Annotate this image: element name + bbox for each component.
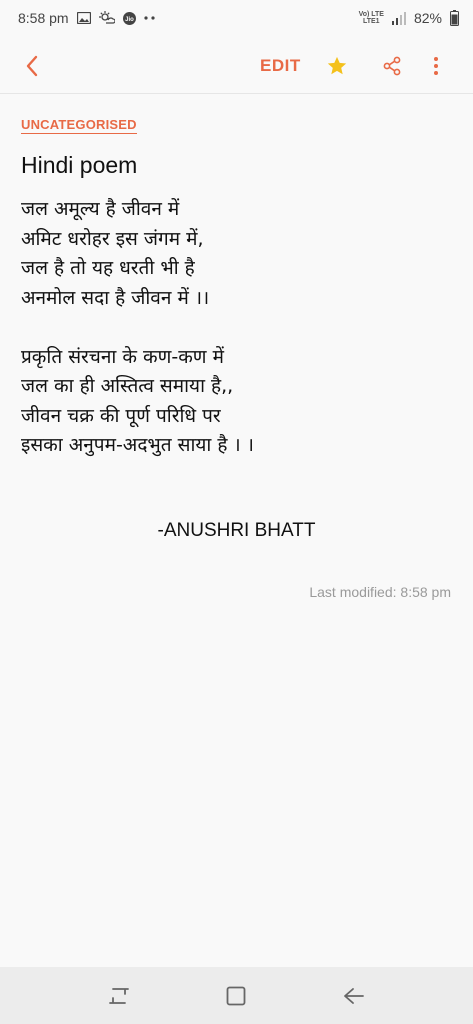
battery-percent: 82% [413, 10, 442, 26]
status-left: 8:58 pm Jio [18, 10, 156, 26]
nav-back-button[interactable] [334, 976, 374, 1016]
home-button[interactable] [216, 976, 256, 1016]
back-button[interactable] [18, 52, 46, 80]
note-content: UNCATEGORISED Hindi poem जल अमूल्य है जी… [0, 95, 473, 967]
system-nav-bar [0, 967, 473, 1024]
share-button[interactable] [378, 52, 406, 80]
home-icon [227, 986, 246, 1005]
status-bar: 8:58 pm Jio Vo) LTE LTE1 82% [0, 0, 473, 36]
recent-apps-button[interactable] [99, 976, 139, 1016]
share-icon [383, 56, 401, 76]
network-label-top: Vo) LTE [358, 11, 384, 18]
jio-icon: Jio [122, 11, 136, 25]
note-author: -ANUSHRI BHATT [157, 520, 316, 541]
star-icon [327, 56, 347, 75]
more-vertical-icon [434, 57, 438, 75]
recent-apps-icon [108, 987, 129, 1004]
status-right: Vo) LTE LTE1 82% [359, 10, 459, 26]
dots-icon [143, 16, 156, 20]
status-time: 8:58 pm [18, 10, 69, 26]
more-options-button[interactable] [424, 52, 448, 80]
battery-icon [450, 10, 459, 26]
edit-button[interactable]: EDIT [250, 52, 311, 80]
nav-back-icon [344, 987, 365, 1004]
weather-icon [98, 11, 115, 25]
svg-text:Jio: Jio [125, 17, 134, 23]
category-label[interactable]: UNCATEGORISED [21, 117, 137, 134]
note-toolbar: EDIT [0, 36, 473, 94]
image-icon [76, 12, 91, 24]
note-title: Hindi poem [21, 152, 138, 178]
last-modified-label: Last modified: 8:58 pm [309, 584, 451, 600]
volte-icon: Vo) LTE LTE1 [359, 11, 384, 25]
back-arrow-icon [26, 55, 38, 77]
network-label-bottom: LTE1 [362, 18, 380, 25]
favorite-button[interactable] [323, 52, 351, 80]
note-body: जल अमूल्य है जीवन में अमिट धरोहर इस जंगम… [21, 198, 254, 456]
signal-icon [391, 11, 406, 25]
